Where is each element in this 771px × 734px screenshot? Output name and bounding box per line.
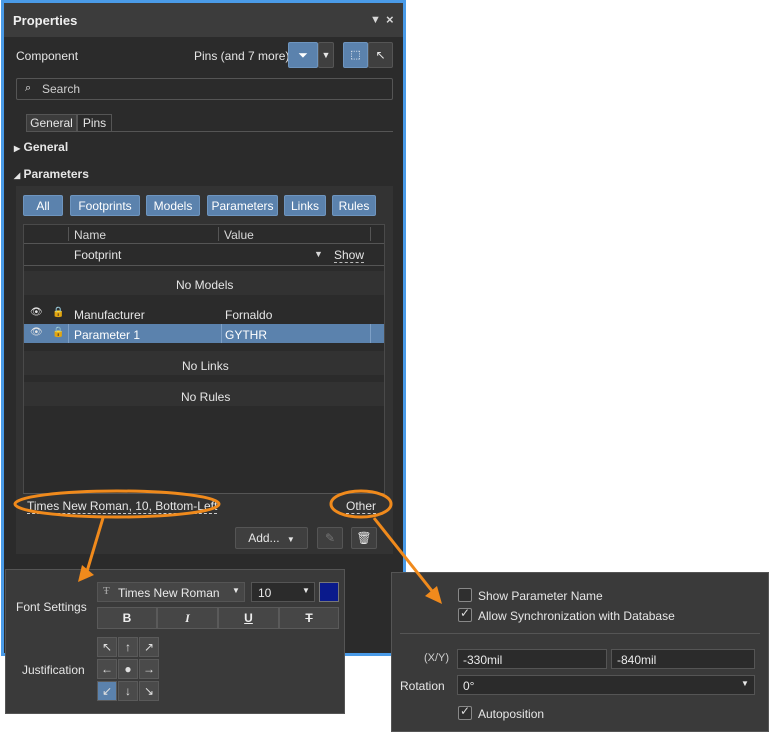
callout-overlay (13, 489, 442, 604)
other-callout-arrowhead (425, 586, 442, 604)
other-callout-arrow-line (372, 517, 438, 597)
font-callout-arrow-line (83, 517, 105, 579)
font-callout-arrowhead (78, 565, 94, 582)
font-link-highlight (13, 489, 221, 519)
other-link-highlight (329, 489, 393, 519)
